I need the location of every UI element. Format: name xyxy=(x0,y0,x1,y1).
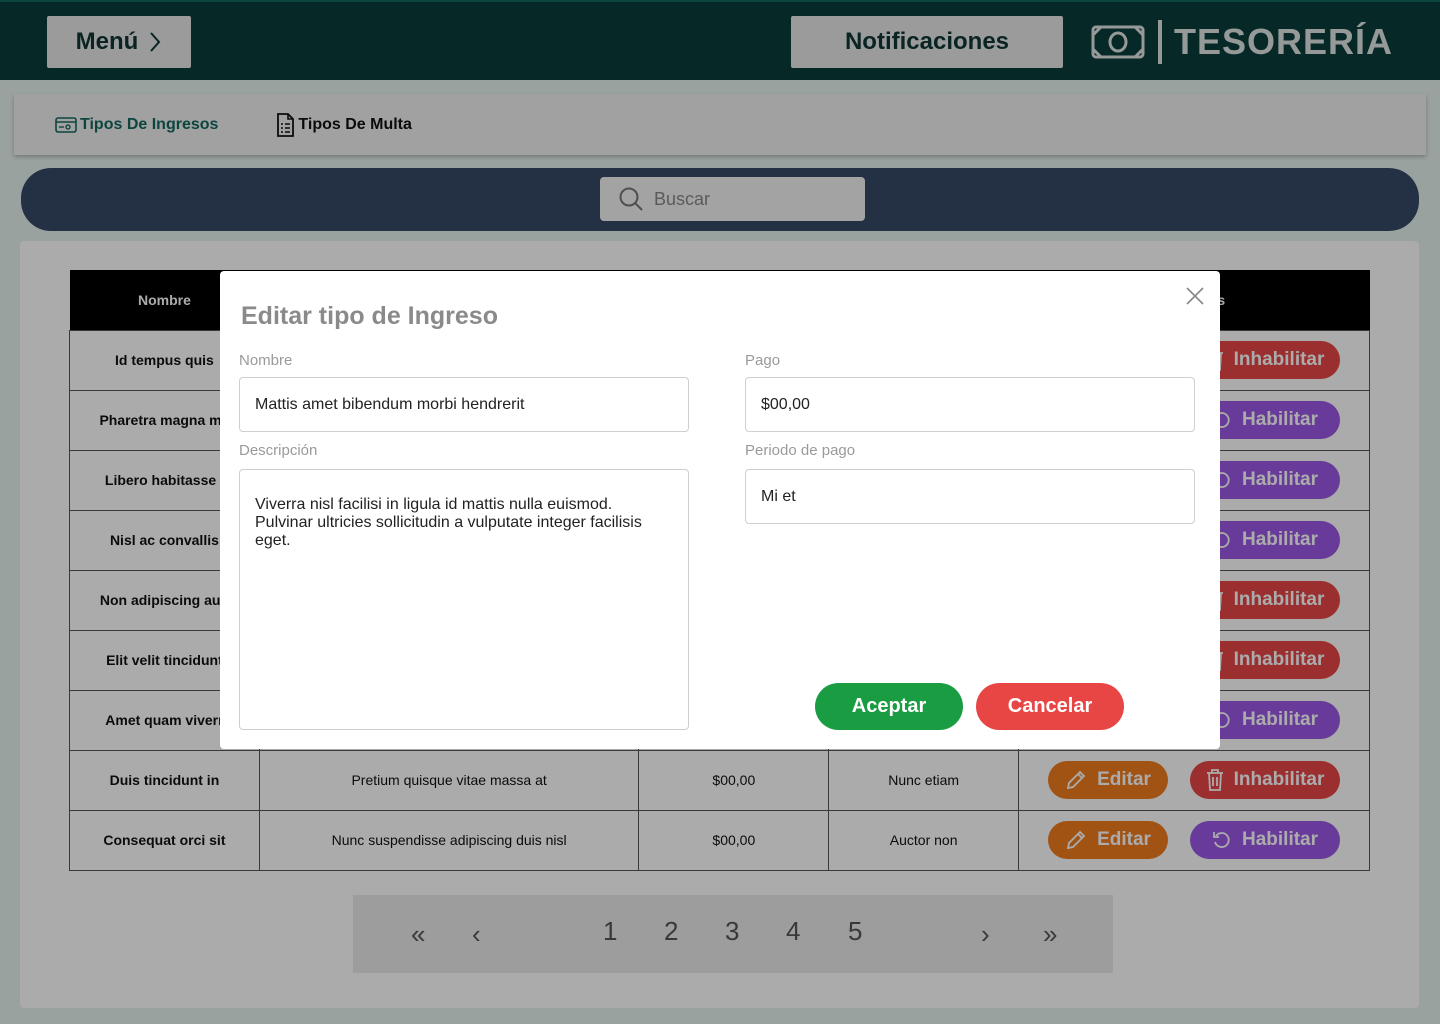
edit-income-type-modal: Editar tipo de Ingreso Nombre Mattis ame… xyxy=(220,271,1220,749)
periodo-value: Mi et xyxy=(761,487,796,505)
modal-title: Editar tipo de Ingreso xyxy=(241,302,498,330)
nombre-field[interactable]: Mattis amet bibendum morbi hendrerit xyxy=(239,377,689,432)
cancel-button[interactable]: Cancelar xyxy=(976,683,1124,730)
descripcion-value: Viverra nisl facilisi in ligula id matti… xyxy=(255,496,642,549)
periodo-field[interactable]: Mi et xyxy=(745,469,1195,524)
pago-label: Pago xyxy=(745,352,781,369)
pago-field[interactable]: $00,00 xyxy=(745,377,1195,432)
descripcion-label: Descripción xyxy=(239,442,318,459)
nombre-label: Nombre xyxy=(239,352,293,369)
periodo-label: Periodo de pago xyxy=(745,442,856,459)
pago-value: $00,00 xyxy=(761,395,810,413)
descripcion-field[interactable]: Viverra nisl facilisi in ligula id matti… xyxy=(239,469,689,730)
accept-button[interactable]: Aceptar xyxy=(815,683,963,730)
nombre-value: Mattis amet bibendum morbi hendrerit xyxy=(255,395,525,413)
close-icon[interactable] xyxy=(1186,287,1204,305)
